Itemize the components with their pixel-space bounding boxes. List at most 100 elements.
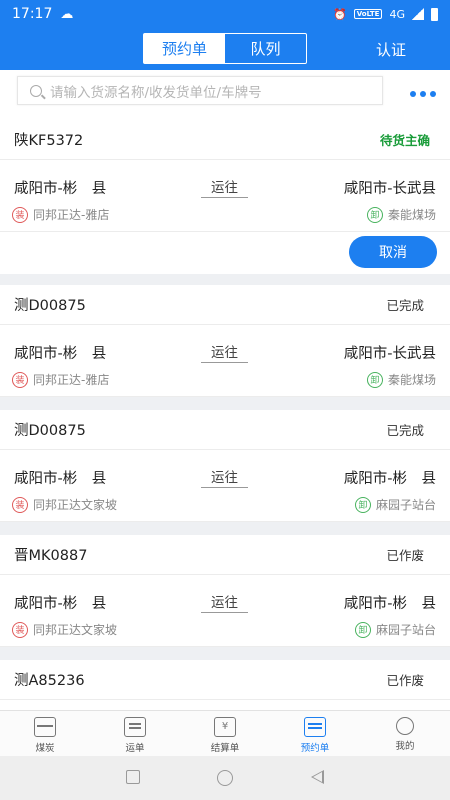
consignee-name: 麻园子站台 [375, 498, 436, 512]
reservation-card[interactable]: 测A85236 已作废 [0, 660, 450, 710]
card-header: 测A85236 已作废 [0, 660, 450, 700]
shipper-name: 同邦正达-雅店 [33, 208, 110, 222]
unload-badge: 卸 [354, 496, 371, 513]
status-badge: 已作废 [386, 548, 424, 563]
battery-icon [431, 7, 438, 21]
route-info: 咸阳市-彬 县 运往 咸阳市-彬 县 装 同邦正达文家坡 卸 麻园子站台 [0, 575, 450, 647]
plate-number: 测D00875 [14, 298, 86, 314]
tab-reservation-bottom[interactable]: 预约单 [270, 711, 360, 756]
plate-number: 陕KF5372 [14, 133, 84, 149]
status-badge: 已完成 [386, 298, 424, 313]
tab-profile[interactable]: 我的 [360, 711, 450, 756]
card-header: 测D00875 已完成 [0, 285, 450, 325]
reservation-card[interactable]: 测D00875 已完成 咸阳市-彬 县 运往 咸阳市-长武县 装 同邦正达-雅店… [0, 285, 450, 397]
consignee: 卸 秦能煤场 [366, 206, 436, 223]
shipper: 装 同邦正达文家坡 [12, 621, 117, 638]
status-badge: 待货主确 [379, 133, 430, 148]
status-time: 17:17 [12, 6, 53, 22]
route-info: 咸阳市-彬 县 运往 咸阳市-彬 县 装 同邦正达文家坡 卸 麻园子站台 [0, 450, 450, 522]
destination: 咸阳市-彬 县 [343, 471, 436, 487]
profile-icon [396, 717, 414, 735]
volte-badge: VoLTE [353, 9, 383, 19]
more-icon[interactable] [410, 91, 436, 97]
route-arrow-label: 运往 [201, 591, 248, 613]
unload-badge: 卸 [366, 371, 383, 388]
certify-button[interactable]: 认证 [376, 39, 406, 60]
consignee: 卸 麻园子站台 [354, 621, 436, 638]
origin: 咸阳市-彬 县 [14, 596, 107, 612]
consignee: 卸 秦能煤场 [366, 371, 436, 388]
tab-label: 预约单 [300, 743, 330, 754]
destination: 咸阳市-长武县 [343, 346, 436, 362]
consignee-name: 秦能煤场 [387, 208, 436, 222]
tab-label: 我的 [395, 741, 415, 752]
load-badge: 装 [12, 496, 28, 513]
card-header: 陕KF5372 待货主确 [0, 120, 450, 160]
status-bar: 17:17 ☁ ⏰ VoLTE 4G [0, 0, 450, 28]
load-badge: 装 [12, 371, 28, 388]
tab-queue[interactable]: 队列 [225, 34, 306, 63]
signal-icon [412, 8, 424, 20]
route-info: 咸阳市-彬 县 运往 咸阳市-长武县 装 同邦正达-雅店 卸 秦能煤场 [0, 160, 450, 232]
reservation-card[interactable]: 测D00875 已完成 咸阳市-彬 县 运往 咸阳市-彬 县 装 同邦正达文家坡… [0, 410, 450, 522]
route-arrow-label: 运往 [201, 341, 248, 363]
load-badge: 装 [12, 206, 28, 223]
home-icon[interactable] [217, 770, 233, 786]
consignee: 卸 麻园子站台 [354, 496, 436, 513]
card-actions: 取消 [0, 232, 450, 274]
recent-apps-icon[interactable] [126, 770, 140, 784]
shipper: 装 同邦正达文家坡 [12, 496, 117, 513]
search-icon [30, 84, 42, 97]
card-header: 晋MK0887 已作废 [0, 535, 450, 575]
search-placeholder: 请输入货源名称/收发货单位/车牌号 [50, 84, 262, 101]
plate-number: 测D00875 [14, 423, 86, 439]
shipper-name: 同邦正达文家坡 [33, 623, 118, 637]
plate-number: 晋MK0887 [14, 548, 88, 564]
back-icon[interactable] [311, 770, 324, 784]
shipper-name: 同邦正达文家坡 [33, 498, 118, 512]
truck-icon [34, 717, 56, 737]
shipper: 装 同邦正达-雅店 [12, 371, 109, 388]
shipper: 装 同邦正达-雅店 [12, 206, 109, 223]
network-type: 4G [389, 7, 405, 21]
unload-badge: 卸 [354, 621, 371, 638]
segmented-tabs: 预约单 队列 [143, 33, 307, 64]
search-bar: 请输入货源名称/收发货单位/车牌号 [0, 70, 450, 120]
app-header: 预约单 队列 认证 [0, 28, 450, 70]
tab-label: 煤炭 [35, 743, 55, 754]
plate-number: 测A85236 [14, 673, 85, 689]
status-badge: 已完成 [386, 423, 424, 438]
reservation-icon [304, 717, 326, 737]
origin: 咸阳市-彬 县 [14, 346, 107, 362]
origin: 咸阳市-彬 县 [14, 181, 107, 197]
shipper-name: 同邦正达-雅店 [33, 373, 110, 387]
tab-reservation[interactable]: 预约单 [144, 34, 225, 63]
tab-label: 结算单 [210, 743, 240, 754]
load-badge: 装 [12, 621, 28, 638]
cloud-icon: ☁ [60, 6, 74, 22]
tab-settlement[interactable]: ¥ 结算单 [180, 711, 270, 756]
tab-label: 运单 [125, 743, 145, 754]
settlement-icon: ¥ [214, 717, 236, 737]
bottom-tab-bar: 煤炭 运单 ¥ 结算单 预约单 我的 [0, 710, 450, 756]
cancel-button[interactable]: 取消 [349, 236, 437, 268]
search-input[interactable]: 请输入货源名称/收发货单位/车牌号 [17, 76, 383, 105]
route-arrow-label: 运往 [201, 176, 248, 198]
consignee-name: 秦能煤场 [387, 373, 436, 387]
tab-coal[interactable]: 煤炭 [0, 711, 90, 756]
consignee-name: 麻园子站台 [375, 623, 436, 637]
status-icons: ⏰ VoLTE 4G [333, 7, 438, 21]
card-header: 测D00875 已完成 [0, 410, 450, 450]
reservation-card[interactable]: 陕KF5372 待货主确 咸阳市-彬 县 运往 咸阳市-长武县 装 同邦正达-雅… [0, 120, 450, 274]
tab-waybill[interactable]: 运单 [90, 711, 180, 756]
destination: 咸阳市-长武县 [343, 181, 436, 197]
route-arrow-label: 运往 [201, 466, 248, 488]
route-info: 咸阳市-彬 县 运往 咸阳市-长武县 装 同邦正达-雅店 卸 秦能煤场 [0, 325, 450, 397]
destination: 咸阳市-彬 县 [343, 596, 436, 612]
system-nav-bar [0, 756, 450, 800]
alarm-icon: ⏰ [333, 7, 347, 21]
unload-badge: 卸 [366, 206, 383, 223]
origin: 咸阳市-彬 县 [14, 471, 107, 487]
reservation-card[interactable]: 晋MK0887 已作废 咸阳市-彬 县 运往 咸阳市-彬 县 装 同邦正达文家坡… [0, 535, 450, 647]
waybill-icon [124, 717, 146, 737]
